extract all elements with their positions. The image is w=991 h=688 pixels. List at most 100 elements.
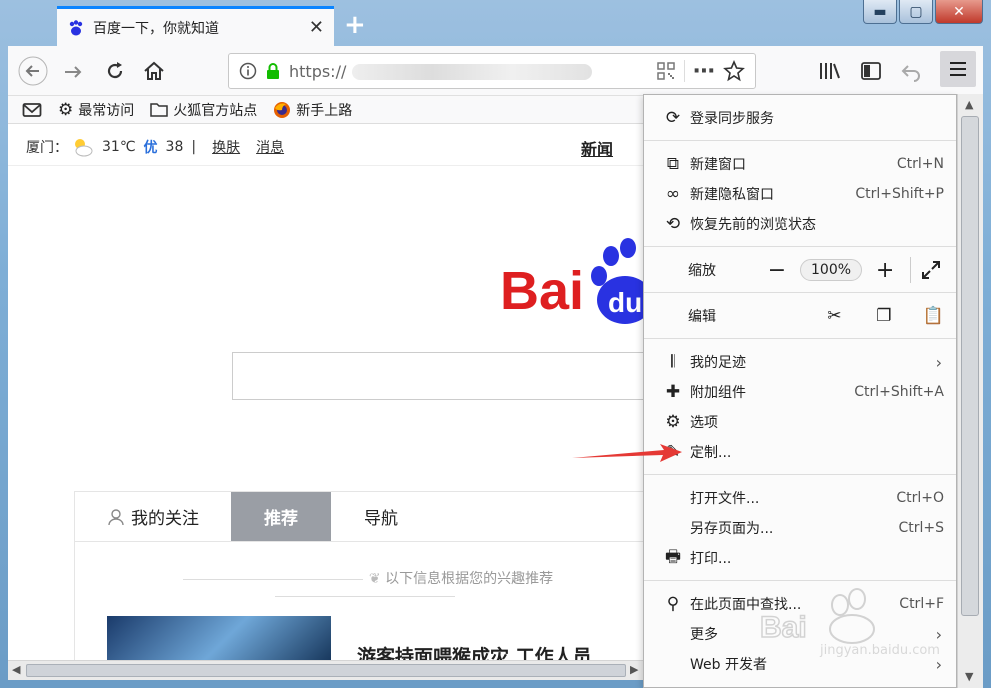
hamburger-icon	[950, 62, 966, 76]
feed-thumbnail[interactable]	[107, 616, 331, 660]
horizontal-scrollbar[interactable]: ◀ ▶	[8, 660, 643, 680]
menu-label: 附加组件	[690, 385, 746, 401]
feed-headline[interactable]: 游客持面喂猴成灾 工作人员	[357, 642, 592, 660]
watermark-logo: Bai	[759, 588, 875, 645]
hamburger-menu-button[interactable]	[940, 51, 976, 87]
divider: |	[191, 139, 197, 155]
forward-button[interactable]	[62, 61, 84, 83]
weather-cloud-sun-icon	[75, 139, 93, 157]
scroll-thumb[interactable]	[961, 116, 979, 616]
folder-icon	[150, 103, 168, 117]
svg-text:du: du	[608, 287, 642, 318]
menu-library[interactable]: 𝄃 我的足迹 ›	[644, 347, 956, 377]
undo-close-icon[interactable]	[900, 60, 922, 82]
qr-code-icon[interactable]	[656, 61, 676, 81]
puzzle-icon: ✚	[665, 382, 681, 402]
baidu-logo[interactable]: Bai du	[500, 234, 660, 324]
tab-my-follow[interactable]: 我的关注	[75, 492, 231, 541]
paw-small-icon: ❦	[368, 571, 386, 587]
gear-icon: ⚙	[58, 99, 74, 120]
zoom-out-button[interactable]: −	[760, 258, 794, 283]
menu-edit-row: 编辑 ✂ ❐ 📋	[644, 294, 956, 338]
svg-text:Bai: Bai	[760, 611, 807, 644]
menu-print[interactable]: 🖶 打印...	[644, 543, 956, 573]
menu-shortcut: Ctrl+S	[898, 520, 944, 536]
scroll-thumb[interactable]	[26, 664, 626, 677]
url-prefix: https://	[289, 61, 347, 81]
menu-zoom-row: 缩放 − 100% +	[644, 248, 956, 292]
search-icon: ⚲	[666, 594, 680, 614]
menu-customize[interactable]: ✎ 定制...	[644, 437, 956, 467]
chevron-right-icon: ›	[935, 352, 942, 372]
cut-icon[interactable]: ✂	[810, 306, 859, 326]
window-controls: ▬ ▢ ✕	[863, 0, 983, 24]
sync-icon: ⟳	[665, 108, 681, 128]
menu-separator	[644, 246, 956, 247]
minimize-button[interactable]: ▬	[863, 0, 897, 24]
tab-title: 百度一下，你就知道	[93, 20, 219, 37]
scroll-left-icon[interactable]: ◀	[12, 663, 20, 676]
scroll-down-icon[interactable]: ▼	[965, 670, 973, 683]
news-link[interactable]: 新闻	[581, 136, 613, 160]
copy-icon[interactable]: ❐	[859, 306, 908, 326]
library-icon[interactable]	[818, 60, 842, 82]
firefox-icon	[274, 101, 291, 118]
new-window-icon: ⧉	[666, 154, 680, 174]
menu-open-file[interactable]: 打开文件... Ctrl+O	[644, 483, 956, 513]
aqi-value: 38	[165, 139, 184, 155]
baidu-jingyan-watermark: Bai jingyan.baidu.com	[759, 585, 960, 665]
menu-shortcut: Ctrl+Shift+P	[855, 186, 944, 202]
bookmark-most-visited[interactable]: ⚙ 最常访问	[58, 100, 134, 120]
close-window-button[interactable]: ✕	[935, 0, 983, 24]
menu-separator	[644, 140, 956, 141]
back-button[interactable]	[18, 56, 48, 86]
menu-sync[interactable]: ⟳ 登录同步服务	[644, 103, 956, 133]
bookmark-getting-started[interactable]: 新手上路	[273, 100, 352, 120]
maximize-button[interactable]: ▢	[899, 0, 933, 24]
gear-icon: ⚙	[665, 412, 681, 432]
menu-label: 恢复先前的浏览状态	[690, 217, 816, 233]
page-actions-icon[interactable]: ⋯	[693, 59, 715, 84]
temperature: 31℃	[102, 139, 136, 155]
menu-label: 新建窗口	[690, 157, 746, 173]
mail-icon[interactable]	[22, 102, 42, 118]
zoom-reset-button[interactable]: 100%	[800, 259, 863, 281]
bookmark-star-icon[interactable]	[723, 60, 745, 82]
menu-label: 另存页面为...	[690, 521, 774, 537]
zoom-in-button[interactable]: +	[868, 258, 902, 283]
menu-restore-session[interactable]: ⟲ 恢复先前的浏览状态	[644, 209, 956, 239]
new-tab-button[interactable]: +	[344, 10, 366, 40]
edit-label: 编辑	[688, 309, 716, 325]
change-skin-link[interactable]: 换肤	[212, 137, 240, 157]
fullscreen-icon[interactable]	[921, 260, 941, 280]
menu-save-page[interactable]: 另存页面为... Ctrl+S	[644, 513, 956, 543]
url-bar[interactable]: https:// ⋯	[228, 53, 756, 89]
city-label: 厦门：	[26, 140, 68, 156]
url-divider	[684, 60, 685, 82]
menu-options[interactable]: ⚙ 选项	[644, 407, 956, 437]
menu-label: 我的足迹	[690, 355, 746, 371]
scroll-up-icon[interactable]: ▲	[965, 98, 973, 111]
menu-addons[interactable]: ✚ 附加组件 Ctrl+Shift+A	[644, 377, 956, 407]
bookmark-firefox-sites[interactable]: 火狐官方站点	[150, 100, 257, 120]
menu-private-window[interactable]: ∞ 新建隐私窗口 Ctrl+Shift+P	[644, 179, 956, 209]
menu-separator	[644, 580, 956, 581]
message-link[interactable]: 消息	[256, 137, 284, 157]
tab-close-icon[interactable]: ✕	[309, 17, 324, 38]
menu-new-window[interactable]: ⧉ 新建窗口 Ctrl+N	[644, 149, 956, 179]
sidebar-icon[interactable]	[860, 60, 882, 82]
tab-recommend[interactable]: 推荐	[231, 492, 331, 541]
home-button[interactable]	[142, 59, 166, 83]
info-icon[interactable]	[239, 62, 257, 80]
annotation-arrow	[572, 444, 682, 462]
reload-button[interactable]	[104, 60, 126, 82]
url-text[interactable]: https://	[289, 62, 648, 81]
active-tab[interactable]: 百度一下，你就知道 ✕	[57, 6, 334, 46]
baidu-paw-icon	[69, 19, 83, 35]
paste-icon[interactable]: 📋	[909, 306, 956, 326]
watermark-site: jingyan.baidu.com	[820, 643, 940, 658]
search-input[interactable]	[232, 352, 652, 400]
vertical-scrollbar[interactable]: ▲ ▼	[957, 94, 983, 688]
tab-navigation[interactable]: 导航	[331, 492, 431, 541]
scroll-right-icon[interactable]: ▶	[630, 663, 638, 676]
